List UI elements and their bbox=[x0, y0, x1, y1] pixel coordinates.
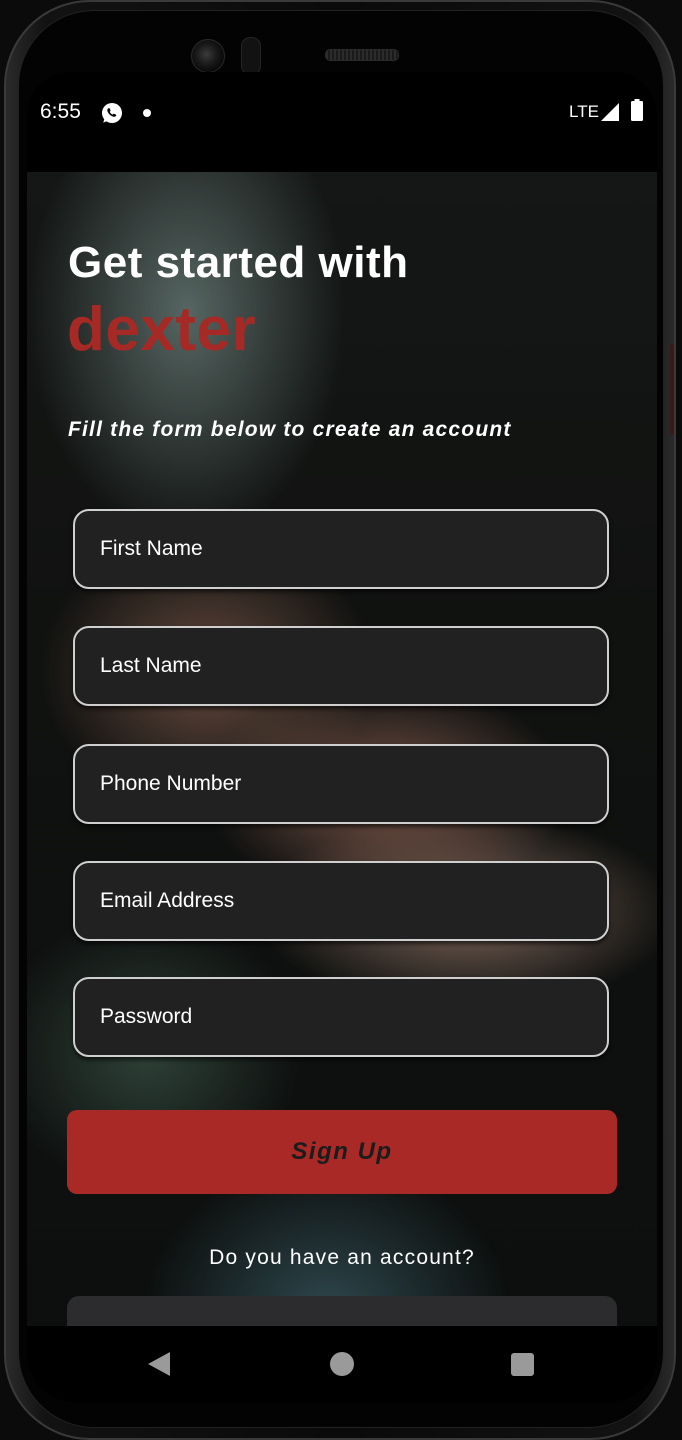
whatsapp-icon bbox=[102, 103, 122, 123]
login-button[interactable] bbox=[67, 1296, 617, 1326]
last-name-field[interactable] bbox=[73, 626, 609, 706]
front-camera-icon bbox=[191, 39, 225, 73]
status-time: 6:55 bbox=[40, 100, 81, 123]
battery-icon bbox=[631, 99, 643, 121]
network-type-label: LTE bbox=[569, 102, 599, 121]
status-bar: 6:55 LTE bbox=[27, 72, 657, 172]
password-input[interactable] bbox=[75, 979, 607, 1055]
first-name-field[interactable] bbox=[73, 509, 609, 589]
proximity-sensor-icon bbox=[241, 37, 261, 75]
device-screen: 6:55 LTE Get started with dexter Fill th… bbox=[27, 72, 657, 1402]
password-field[interactable] bbox=[73, 977, 609, 1057]
email-field[interactable] bbox=[73, 861, 609, 941]
phone-number-input[interactable] bbox=[75, 746, 607, 822]
back-icon[interactable] bbox=[146, 1350, 172, 1378]
page-subtitle: Fill the form below to create an account bbox=[68, 418, 512, 441]
sign-up-button[interactable]: Sign Up bbox=[67, 1110, 617, 1194]
page-title: Get started with bbox=[68, 238, 409, 287]
phone-number-field[interactable] bbox=[73, 744, 609, 824]
home-icon[interactable] bbox=[330, 1352, 354, 1376]
navigation-bar bbox=[27, 1326, 657, 1402]
signal-icon bbox=[601, 103, 619, 121]
last-name-input[interactable] bbox=[75, 628, 607, 704]
notification-dot-icon bbox=[143, 109, 151, 117]
email-input[interactable] bbox=[75, 863, 607, 939]
first-name-input[interactable] bbox=[75, 511, 607, 587]
earpiece-speaker-icon bbox=[325, 49, 399, 61]
side-power-button bbox=[670, 344, 674, 434]
recents-icon[interactable] bbox=[511, 1353, 534, 1376]
account-question: Do you have an account? bbox=[209, 1246, 475, 1269]
signup-screen: Get started with dexter Fill the form be… bbox=[27, 172, 657, 1326]
brand-name: dexter bbox=[67, 295, 257, 364]
